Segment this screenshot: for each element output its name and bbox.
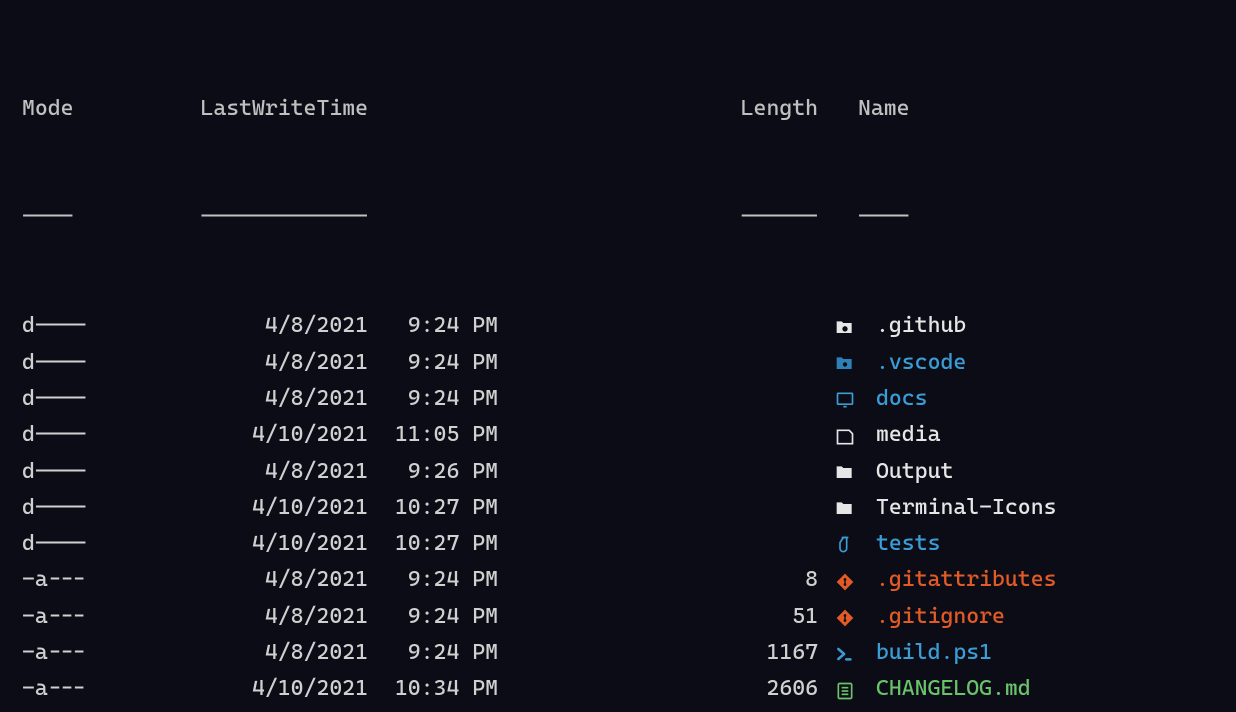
header-name: Name	[858, 91, 910, 127]
cell-time: 9:24 PM	[368, 599, 498, 635]
table-row: d----4/8/2021 9:26 PM Output	[22, 454, 1216, 490]
cell-mode: d----	[22, 490, 88, 526]
table-row: d----4/8/2021 9:24 PM docs	[22, 381, 1216, 417]
cell-mode: d----	[22, 345, 88, 381]
cell-length: 2606	[498, 671, 818, 707]
docs-folder-icon	[832, 390, 858, 410]
table-row: d----4/8/2021 9:24 PM .github	[22, 308, 1216, 344]
terminal-output: ModeLastWriteTime Length Name ------------…	[0, 0, 1236, 712]
folder-icon	[832, 499, 858, 519]
table-row: -a---4/10/202110:34 PM2606 CHANGELOG.md	[22, 671, 1216, 707]
cell-time: 9:24 PM	[368, 562, 498, 598]
cell-time: 9:24 PM	[368, 308, 498, 344]
table-row: -a---4/8/2021 9:24 PM1167 build.ps1	[22, 635, 1216, 671]
cell-name: .gitattributes	[858, 562, 1056, 598]
cell-mode: d----	[22, 526, 88, 562]
cell-mode: d----	[22, 454, 88, 490]
cell-mode: -a---	[22, 562, 88, 598]
cell-mode: -a---	[22, 635, 88, 671]
cell-date: 4/8/2021	[88, 308, 368, 344]
cell-length: 8	[498, 562, 818, 598]
cell-time: 9:24 PM	[368, 381, 498, 417]
cell-date: 4/8/2021	[88, 635, 368, 671]
cell-length: 51	[498, 599, 818, 635]
ps1-file-icon	[832, 644, 858, 664]
cell-mode: d----	[22, 417, 88, 453]
cell-mode: d----	[22, 381, 88, 417]
cell-time: 10:34 PM	[368, 671, 498, 707]
cell-time: 9:26 PM	[368, 454, 498, 490]
cell-name: Output	[858, 454, 953, 490]
cell-date: 4/10/2021	[88, 417, 368, 453]
header-mode: Mode	[22, 91, 88, 127]
cell-date: 4/8/2021	[88, 454, 368, 490]
table-row: d----4/10/202110:27 PM Terminal-Icons	[22, 490, 1216, 526]
media-folder-icon	[832, 427, 858, 447]
cell-name: media	[858, 417, 940, 453]
cell-mode: -a---	[22, 599, 88, 635]
git-file-icon	[832, 572, 858, 592]
cell-length: 3315	[498, 708, 818, 712]
cell-name: .gitignore	[858, 599, 1005, 635]
cell-name: .github	[858, 308, 966, 344]
cell-mode: -a---	[22, 671, 88, 707]
cell-date: 4/8/2021	[88, 599, 368, 635]
cell-name: Terminal-Icons	[858, 490, 1056, 526]
cell-time: 9:24 PM	[368, 708, 498, 712]
cell-name: build.ps1	[858, 635, 992, 671]
git-file-icon	[832, 608, 858, 628]
table-row: d----4/10/202110:27 PM tests	[22, 526, 1216, 562]
cell-name: CODE_OF_CONDUCT.md	[858, 708, 1108, 712]
cell-date: 4/10/2021	[88, 526, 368, 562]
cell-time: 10:27 PM	[368, 526, 498, 562]
cell-mode: -a---	[22, 708, 88, 712]
cell-date: 4/10/2021	[88, 671, 368, 707]
vscode-folder-icon	[832, 354, 858, 374]
cell-date: 4/10/2021	[88, 490, 368, 526]
cell-time: 10:27 PM	[368, 490, 498, 526]
changelog-file-icon	[832, 681, 858, 701]
cell-date: 4/8/2021	[88, 708, 368, 712]
header-length: Length	[498, 91, 818, 127]
cell-date: 4/8/2021	[88, 562, 368, 598]
table-row: -a---4/8/2021 9:24 PM8 .gitattributes	[22, 562, 1216, 598]
cell-length: 1167	[498, 635, 818, 671]
table-row: -a---4/8/2021 9:24 PM3315 CODE_OF_CONDUCT…	[22, 708, 1216, 712]
github-folder-icon	[832, 318, 858, 338]
cell-time: 11:05 PM	[368, 417, 498, 453]
cell-name: docs	[858, 381, 928, 417]
table-row: -a---4/8/2021 9:24 PM51 .gitignore	[22, 599, 1216, 635]
table-header-row: ModeLastWriteTime Length Name	[22, 91, 1216, 127]
table-row: d----4/10/202111:05 PM media	[22, 417, 1216, 453]
header-lastwritetime: LastWriteTime	[88, 91, 368, 127]
table-header-divider: ---------------------------	[22, 199, 1216, 235]
cell-name: tests	[858, 526, 940, 562]
cell-date: 4/8/2021	[88, 345, 368, 381]
cell-time: 9:24 PM	[368, 635, 498, 671]
cell-date: 4/8/2021	[88, 381, 368, 417]
tests-folder-icon	[832, 535, 858, 555]
folder-icon	[832, 463, 858, 483]
cell-mode: d----	[22, 308, 88, 344]
cell-name: .vscode	[858, 345, 966, 381]
cell-name: CHANGELOG.md	[858, 671, 1031, 707]
table-row: d----4/8/2021 9:24 PM .vscode	[22, 345, 1216, 381]
cell-time: 9:24 PM	[368, 345, 498, 381]
